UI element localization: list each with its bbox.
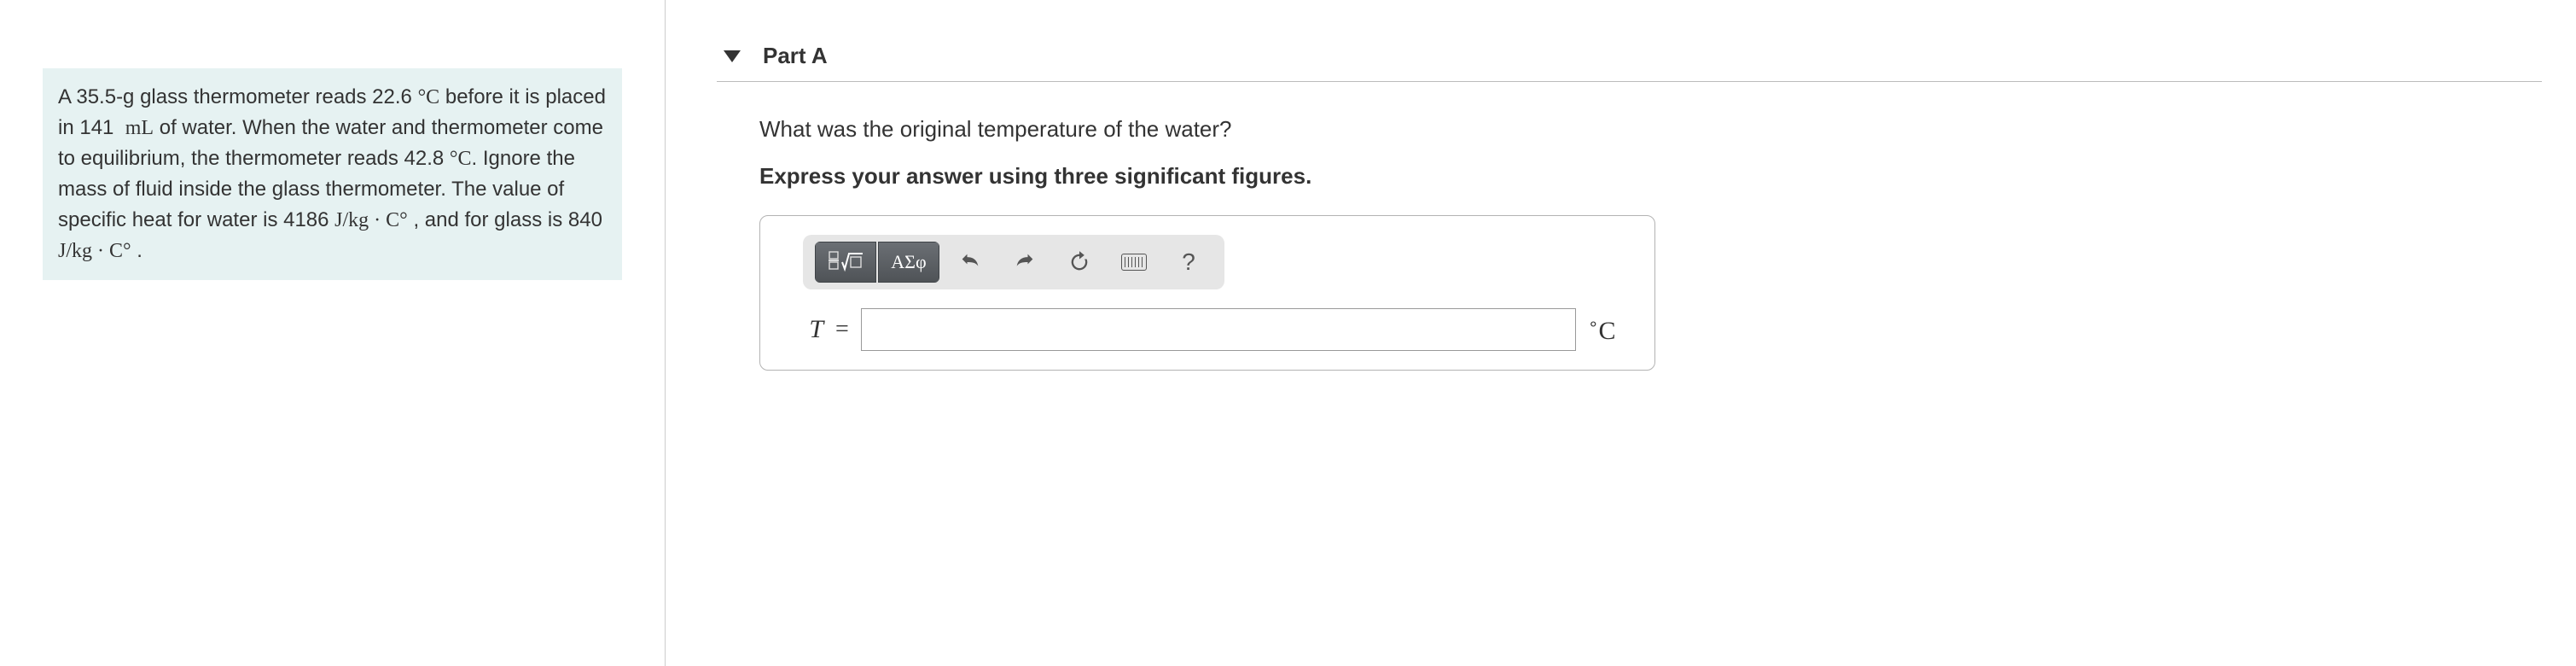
redo-button[interactable] bbox=[1001, 242, 1049, 283]
undo-button[interactable] bbox=[946, 242, 994, 283]
part-label: Part A bbox=[763, 43, 828, 69]
answer-pane: Part A What was the original temperature… bbox=[666, 0, 2576, 666]
caret-down-icon[interactable] bbox=[724, 50, 741, 62]
answer-input[interactable] bbox=[861, 308, 1576, 351]
part-header[interactable]: Part A bbox=[717, 34, 2542, 82]
template-buttons-group: ΑΣφ bbox=[815, 242, 939, 283]
redo-icon bbox=[1013, 250, 1037, 274]
fraction-sqrt-icon bbox=[827, 248, 864, 277]
help-icon: ? bbox=[1182, 248, 1195, 276]
reset-icon bbox=[1067, 250, 1091, 274]
equals-sign: = bbox=[835, 316, 849, 343]
greek-icon: ΑΣφ bbox=[891, 251, 926, 273]
keyboard-button[interactable] bbox=[1110, 242, 1158, 283]
reset-button[interactable] bbox=[1055, 242, 1103, 283]
part-body: What was the original temperature of the… bbox=[717, 116, 1655, 371]
answer-unit: ∘C bbox=[1588, 313, 1631, 346]
degree-symbol: ∘ bbox=[1588, 315, 1599, 334]
instruction-text: Express your answer using three signific… bbox=[759, 163, 1655, 190]
question-text: What was the original temperature of the… bbox=[759, 116, 1655, 143]
fraction-sqrt-templates-button[interactable] bbox=[815, 242, 876, 283]
answer-panel: ΑΣφ ? T bbox=[759, 215, 1655, 371]
equation-toolbar: ΑΣφ ? bbox=[803, 235, 1224, 289]
unit-c: C bbox=[1599, 317, 1616, 345]
help-button[interactable]: ? bbox=[1165, 242, 1212, 283]
problem-pane: A 35.5-g glass thermometer reads 22.6 °C… bbox=[0, 0, 666, 666]
keyboard-icon bbox=[1121, 254, 1147, 271]
undo-icon bbox=[958, 250, 982, 274]
problem-statement: A 35.5-g glass thermometer reads 22.6 °C… bbox=[43, 68, 622, 280]
answer-row: T = ∘C bbox=[784, 308, 1631, 351]
greek-symbols-button[interactable]: ΑΣφ bbox=[878, 242, 939, 283]
problem-text: A 35.5-g glass thermometer reads 22.6 °C… bbox=[58, 85, 606, 262]
answer-variable: T bbox=[784, 315, 823, 344]
